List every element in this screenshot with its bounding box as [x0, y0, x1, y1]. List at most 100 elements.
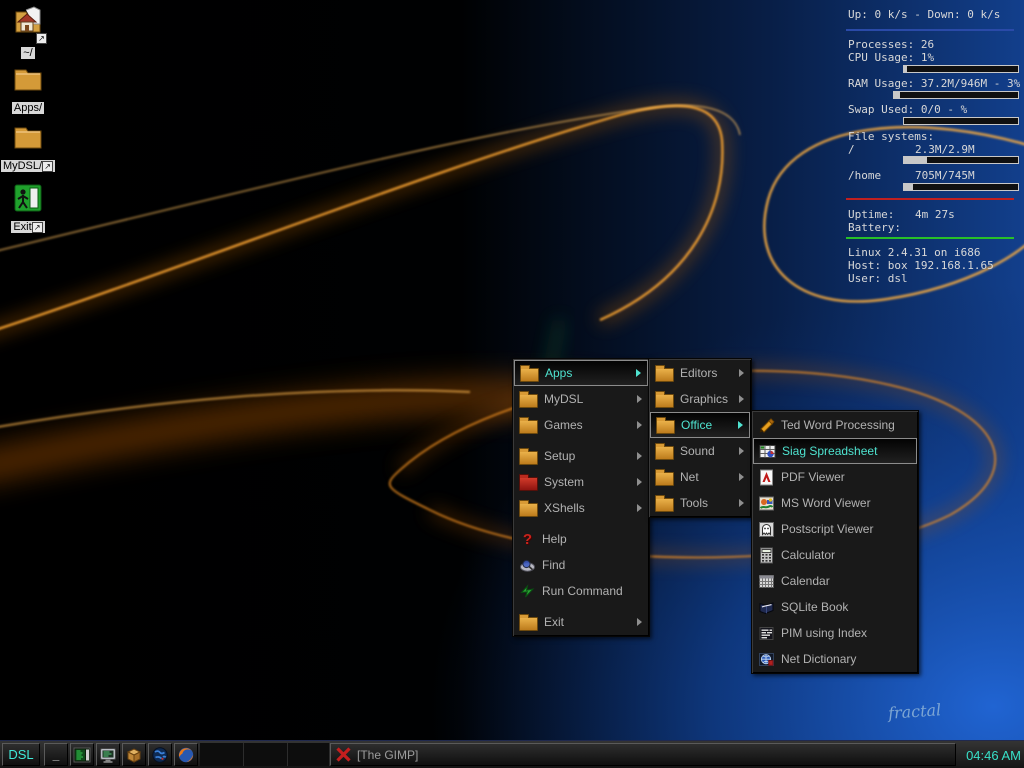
apps-submenu: Editors Graphics Office Sound Net Tools: [648, 358, 752, 518]
menu-item-setup[interactable]: Setup: [514, 443, 648, 469]
submenu-arrow-icon: [739, 473, 744, 481]
net-divider: [846, 29, 1014, 31]
net-updown: Up: 0 k/s - Down: 0 k/s: [848, 8, 1000, 21]
menu-item-sqlite-book[interactable]: SQLite Book: [753, 594, 917, 620]
menu-item-mydsl[interactable]: MyDSL: [514, 386, 648, 412]
menu-item-games[interactable]: Games: [514, 412, 648, 438]
taskbar: DSL _: [0, 740, 1024, 768]
menu-item-siag-spreadsheet[interactable]: Siag Spreadsheet: [753, 438, 917, 464]
desktop-icon-label: ~/: [21, 47, 34, 59]
menu-item-postscript-viewer[interactable]: Postscript Viewer: [753, 516, 917, 542]
menu-item-help[interactable]: ? Help: [514, 526, 648, 552]
menu-item-office[interactable]: Office: [650, 412, 750, 438]
minimize-button[interactable]: _: [44, 743, 68, 766]
x11-icon: [336, 747, 351, 762]
fs-size: 705M/745M: [915, 169, 975, 182]
folder-icon: [519, 451, 538, 465]
folder-icon: [519, 394, 538, 408]
folder-icon: [519, 617, 538, 631]
menu-item-exit[interactable]: Exit: [514, 609, 648, 635]
symlink-arrow-icon: ↗: [36, 33, 47, 44]
battery-label: Battery:: [848, 221, 901, 234]
folder-icon: [655, 446, 674, 460]
fs-size: 2.3M/2.9M: [915, 143, 975, 156]
clock: 04:46 AM: [966, 741, 1021, 768]
net-dictionary-icon: [758, 651, 775, 668]
submenu-arrow-icon: [637, 504, 642, 512]
desktop-icon-home[interactable]: ↗ ~/: [0, 4, 56, 61]
folder-icon: [12, 64, 44, 98]
folder-icon: [655, 368, 674, 382]
terminal-button[interactable]: [70, 743, 94, 766]
menu-item-xshells[interactable]: XShells: [514, 495, 648, 521]
submenu-arrow-icon: [739, 447, 744, 455]
submenu-arrow-icon: [637, 478, 642, 486]
calendar-icon: [758, 573, 775, 590]
folder-icon: [520, 368, 539, 382]
wallpaper-signature: fractal: [887, 700, 941, 723]
word-viewer-icon: [758, 495, 775, 512]
desktop-icon-apps[interactable]: Apps/: [0, 64, 56, 116]
network-button[interactable]: [148, 743, 172, 766]
fs-bar-root: [903, 156, 1019, 164]
folder-icon: [519, 503, 538, 517]
dsl-start-button[interactable]: DSL: [2, 743, 40, 766]
task-button-gimp[interactable]: [The GIMP]: [330, 743, 956, 766]
menu-item-net-dictionary[interactable]: Net Dictionary: [753, 646, 917, 672]
home-folder-icon: ↗: [12, 4, 44, 43]
run-icon: [519, 583, 536, 600]
submenu-arrow-icon: [637, 395, 642, 403]
task-slot-empty: [200, 743, 244, 766]
terminal-icon: [73, 746, 91, 764]
symlink-arrow-icon: ↗: [42, 161, 53, 172]
battery-divider: [846, 237, 1014, 239]
task-slot-empty: [288, 743, 330, 766]
menu-item-tools[interactable]: Tools: [650, 490, 750, 516]
fs-title: File systems:: [848, 130, 934, 143]
cpu-usage: CPU Usage: 1%: [848, 51, 934, 64]
desktop-icon-label: Exit↗: [11, 221, 44, 233]
os-info: Linux 2.4.31 on i686: [848, 246, 980, 259]
desktop-icon-exit[interactable]: Exit↗: [0, 184, 56, 235]
uptime-divider: [846, 198, 1014, 200]
fs-mount: /: [848, 143, 855, 156]
menu-item-pdf-viewer[interactable]: PDF Viewer: [753, 464, 917, 490]
folder-icon: [656, 420, 675, 434]
submenu-arrow-icon: [637, 421, 642, 429]
swap-used: Swap Used: 0/0 - %: [848, 103, 967, 116]
swap-bar: [903, 117, 1019, 125]
menu-item-calendar[interactable]: Calendar: [753, 568, 917, 594]
find-icon: [519, 557, 536, 574]
folder-icon: [519, 420, 538, 434]
menu-item-net[interactable]: Net: [650, 464, 750, 490]
menu-item-calculator[interactable]: Calculator: [753, 542, 917, 568]
menu-item-apps[interactable]: Apps: [514, 360, 648, 386]
browser-button[interactable]: [174, 743, 198, 766]
display-button[interactable]: [96, 743, 120, 766]
host-info: Host: box 192.168.1.65: [848, 259, 994, 272]
sqlite-book-icon: [758, 599, 775, 616]
desktop-icon-mydsl[interactable]: MyDSL/↗: [0, 122, 56, 174]
submenu-arrow-icon: [739, 369, 744, 377]
menu-item-sound[interactable]: Sound: [650, 438, 750, 464]
menu-item-system[interactable]: System: [514, 469, 648, 495]
monitor-icon: [99, 746, 117, 764]
menu-item-ted-word-processing[interactable]: Ted Word Processing: [753, 412, 917, 438]
menu-item-find[interactable]: Find: [514, 552, 648, 578]
task-slot-empty: [244, 743, 288, 766]
uptime-value: 4m 27s: [915, 208, 955, 221]
menu-item-pim-using-index[interactable]: PIM using Index: [753, 620, 917, 646]
desktop-root: fractal ↗ ~/ Apps/: [0, 0, 1024, 768]
submenu-arrow-icon: [739, 395, 744, 403]
exit-door-icon: [14, 184, 42, 217]
menu-item-ms-word-viewer[interactable]: MS Word Viewer: [753, 490, 917, 516]
package-box-icon: [125, 746, 143, 764]
menu-item-editors[interactable]: Editors: [650, 360, 750, 386]
package-button[interactable]: [122, 743, 146, 766]
menu-item-graphics[interactable]: Graphics: [650, 386, 750, 412]
pim-icon: [758, 625, 775, 642]
desktop-icon-label: MyDSL/↗: [1, 160, 55, 172]
red-folder-icon: [519, 477, 538, 491]
menu-item-run-command[interactable]: Run Command: [514, 578, 648, 604]
ghostscript-icon: [758, 521, 775, 538]
